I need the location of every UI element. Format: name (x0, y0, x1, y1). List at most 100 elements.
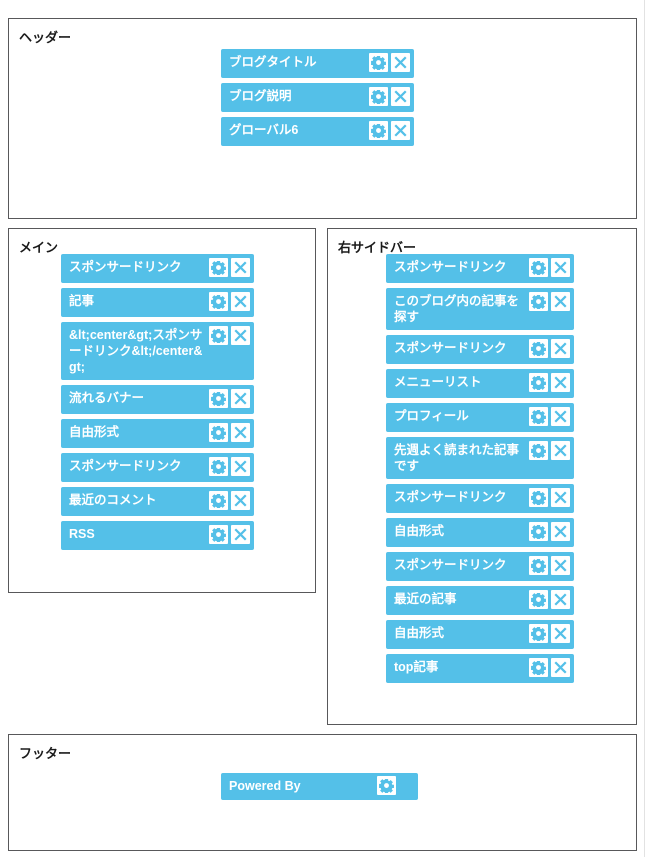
widget-actions (369, 53, 410, 72)
widget-item[interactable]: メニューリスト (386, 369, 574, 398)
close-icon[interactable] (391, 121, 410, 140)
widget-item[interactable]: スポンサードリンク (386, 484, 574, 513)
widget-item[interactable]: RSS (61, 521, 254, 550)
close-icon[interactable] (551, 624, 570, 643)
gear-icon[interactable] (529, 488, 548, 507)
close-icon[interactable] (551, 258, 570, 277)
gear-icon[interactable] (529, 339, 548, 358)
gear-icon[interactable] (369, 121, 388, 140)
widget-item[interactable]: スポンサードリンク (61, 453, 254, 482)
widget-item[interactable]: スポンサードリンク (61, 254, 254, 283)
close-icon[interactable] (551, 590, 570, 609)
close-icon[interactable] (551, 339, 570, 358)
widget-actions (369, 121, 410, 140)
close-icon[interactable] (551, 658, 570, 677)
close-icon[interactable] (231, 491, 250, 510)
widget-title: メニューリスト (394, 375, 482, 389)
gear-icon[interactable] (529, 373, 548, 392)
widget-item[interactable]: このブログ内の記事を探す (386, 288, 574, 330)
close-icon[interactable] (551, 373, 570, 392)
gear-icon[interactable] (209, 389, 228, 408)
close-icon[interactable] (231, 423, 250, 442)
widget-item[interactable]: スポンサードリンク (386, 552, 574, 581)
widget-item[interactable]: &lt;center&gt;スポンサードリンク&lt;/center&gt; (61, 322, 254, 380)
gear-icon[interactable] (529, 522, 548, 541)
widget-title: 先週よく読まれた記事です (394, 443, 520, 473)
close-icon[interactable] (391, 87, 410, 106)
gear-icon[interactable] (529, 590, 548, 609)
widget-title: このブログ内の記事を探す (394, 294, 520, 324)
gear-icon[interactable] (209, 491, 228, 510)
close-icon[interactable] (551, 407, 570, 426)
close-icon[interactable] (551, 556, 570, 575)
widget-item[interactable]: 最近のコメント (61, 487, 254, 516)
close-icon[interactable] (231, 525, 250, 544)
close-icon[interactable] (551, 522, 570, 541)
gear-icon[interactable] (529, 624, 548, 643)
widget-item[interactable]: 最近の記事 (386, 586, 574, 615)
widget-item[interactable]: グローバル6 (221, 117, 414, 146)
gear-icon[interactable] (209, 326, 228, 345)
close-icon[interactable] (231, 326, 250, 345)
widget-item[interactable]: ブログタイトル (221, 49, 414, 78)
close-icon[interactable] (231, 292, 250, 311)
gear-icon[interactable] (529, 407, 548, 426)
panel-footer-label: フッター (19, 746, 72, 761)
widget-item[interactable]: 自由形式 (386, 620, 574, 649)
close-icon[interactable] (551, 292, 570, 311)
widget-title: スポンサードリンク (394, 558, 507, 572)
widget-list-footer[interactable]: Powered By (221, 773, 418, 800)
gear-icon[interactable] (209, 292, 228, 311)
gear-icon[interactable] (369, 53, 388, 72)
widget-list-header[interactable]: ブログタイトルブログ説明グローバル6 (221, 49, 414, 146)
gear-icon[interactable] (529, 258, 548, 277)
widget-item[interactable]: Powered By (221, 773, 418, 800)
panel-footer: フッター Powered By (8, 734, 637, 851)
widget-item[interactable]: 自由形式 (61, 419, 254, 448)
close-icon[interactable] (551, 441, 570, 460)
widget-title: プロフィール (394, 409, 469, 423)
widget-actions (209, 292, 250, 311)
widget-list-right-sidebar[interactable]: スポンサードリンク このブログ内の記事を探す スポンサードリンク メニューリスト プロフ… (386, 254, 574, 683)
widget-item[interactable]: スポンサードリンク (386, 335, 574, 364)
gear-icon[interactable] (209, 457, 228, 476)
close-icon[interactable] (231, 457, 250, 476)
widget-actions (529, 556, 570, 575)
widget-title: ブログタイトル (229, 55, 317, 69)
widget-actions (529, 522, 570, 541)
gear-icon[interactable] (529, 658, 548, 677)
close-icon[interactable] (231, 389, 250, 408)
widget-item[interactable]: 自由形式 (386, 518, 574, 547)
widget-item[interactable]: ブログ説明 (221, 83, 414, 112)
widget-title: スポンサードリンク (69, 459, 182, 473)
close-icon[interactable] (391, 53, 410, 72)
widget-actions (529, 590, 570, 609)
widget-title: 自由形式 (394, 626, 445, 640)
widget-item[interactable]: プロフィール (386, 403, 574, 432)
widget-item[interactable]: 記事 (61, 288, 254, 317)
widget-item[interactable]: スポンサードリンク (386, 254, 574, 283)
gear-icon[interactable] (209, 423, 228, 442)
close-icon[interactable] (231, 258, 250, 277)
widget-actions (529, 407, 570, 426)
gear-icon[interactable] (369, 87, 388, 106)
gear-icon[interactable] (529, 556, 548, 575)
gear-icon[interactable] (209, 258, 228, 277)
widget-title: 自由形式 (69, 425, 120, 439)
widget-actions (209, 258, 250, 277)
widget-title: top記事 (394, 660, 439, 674)
widget-title: スポンサードリンク (394, 490, 507, 504)
gear-icon[interactable] (377, 776, 396, 795)
widget-actions (209, 389, 250, 408)
widget-list-main[interactable]: スポンサードリンク 記事 &lt;center&gt;スポンサードリンク&lt;/c… (61, 254, 254, 550)
gear-icon[interactable] (529, 292, 548, 311)
gear-icon[interactable] (529, 441, 548, 460)
widget-item[interactable]: top記事 (386, 654, 574, 683)
widget-actions (209, 457, 250, 476)
close-icon[interactable] (551, 488, 570, 507)
widget-title: &lt;center&gt;スポンサードリンク&lt;/center&gt; (69, 328, 203, 374)
widget-item[interactable]: 流れるバナー (61, 385, 254, 414)
gear-icon[interactable] (209, 525, 228, 544)
widget-item[interactable]: 先週よく読まれた記事です (386, 437, 574, 479)
panel-main: メイン スポンサードリンク 記事 &lt;center&gt;スポンサードリンク&l… (8, 228, 316, 593)
